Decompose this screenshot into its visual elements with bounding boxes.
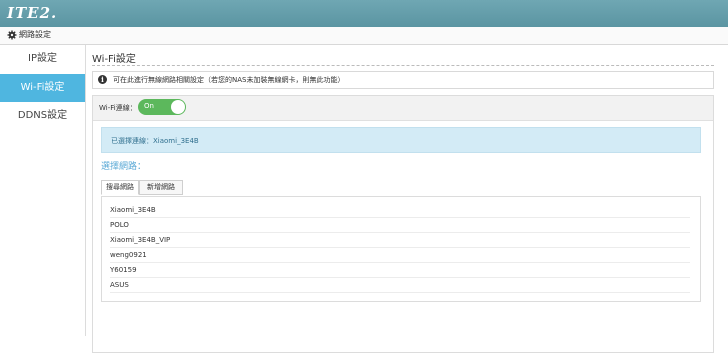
top-header-bar: ITE2. [0, 0, 728, 27]
wifi-panel-header: Wi-Fi連線： On [93, 96, 713, 121]
toggle-knob [171, 100, 185, 114]
network-item[interactable]: ASUS [110, 278, 690, 293]
network-item[interactable]: POLO [110, 218, 690, 233]
sidebar-item-ip-settings[interactable]: IP設定 [0, 45, 85, 73]
wifi-connection-label: Wi-Fi連線： [99, 104, 137, 112]
network-item[interactable]: Xiaomi_3E4B [110, 203, 690, 218]
gear-icon [7, 30, 17, 40]
info-text: 可在此進行無線網路相關設定（若您的NAS未加裝無線網卡，則無此功能） [113, 76, 345, 84]
wifi-toggle[interactable]: On [138, 99, 186, 115]
wifi-panel-body: 已選擇連線：Xiaomi_3E4B 選擇網路： 搜尋網路 新增網路 Xiaomi… [93, 121, 713, 352]
wifi-panel: Wi-Fi連線： On 已選擇連線：Xiaomi_3E4B 選擇網路： 搜尋網路… [92, 95, 714, 353]
tab-add-network[interactable]: 新增網路 [139, 180, 183, 195]
title-divider [92, 65, 714, 66]
sidebar-item-ddns-settings[interactable]: DDNS設定 [0, 102, 85, 130]
connected-network-text: 已選擇連線：Xiaomi_3E4B [111, 137, 199, 145]
sidebar-item-wifi-settings[interactable]: Wi-Fi設定 [0, 74, 85, 102]
main-content: Wi-Fi設定 i 可在此進行無線網路相關設定（若您的NAS未加裝無線網卡，則無… [86, 45, 728, 353]
info-icon: i [98, 75, 107, 84]
tab-search-networks[interactable]: 搜尋網路 [101, 180, 139, 195]
breadcrumb: 網路設定 [0, 27, 728, 45]
network-list: Xiaomi_3E4B POLO Xiaomi_3E4B_VIP weng092… [101, 196, 701, 302]
network-item[interactable]: Xiaomi_3E4B_VIP [110, 233, 690, 248]
info-notice: i 可在此進行無線網路相關設定（若您的NAS未加裝無線網卡，則無此功能） [92, 71, 714, 89]
sidebar: IP設定 Wi-Fi設定 DDNS設定 [0, 45, 86, 336]
network-item[interactable]: Y60159 [110, 263, 690, 278]
page-title: Wi-Fi設定 [92, 54, 136, 65]
breadcrumb-label: 網路設定 [19, 30, 51, 39]
network-item[interactable]: weng0921 [110, 248, 690, 263]
wifi-toggle-text: On [144, 102, 154, 110]
select-network-heading: 選擇網路： [101, 162, 147, 172]
connected-network-alert: 已選擇連線：Xiaomi_3E4B [101, 127, 701, 153]
ite2-logo: ITE2. [7, 4, 58, 22]
